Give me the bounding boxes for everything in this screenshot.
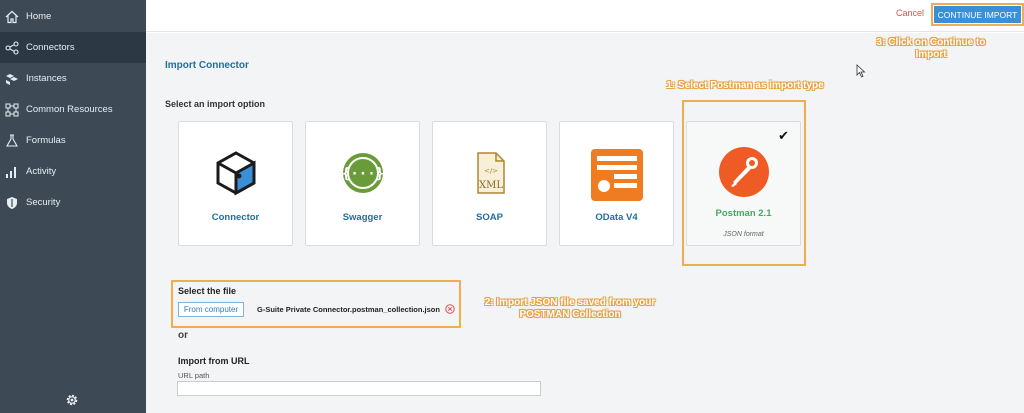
- remove-file-icon[interactable]: [445, 304, 455, 314]
- top-bar: [146, 0, 1024, 32]
- svg-text:</>: </>: [484, 167, 498, 175]
- option-label: SOAP: [476, 212, 503, 223]
- swagger-icon: {···}: [340, 150, 386, 196]
- annotation-step1: 1: Select Postman as import type: [666, 80, 824, 91]
- bar-chart-icon: [5, 165, 19, 179]
- svg-text:XML: XML: [479, 180, 503, 191]
- option-label: Swagger: [342, 212, 383, 223]
- url-section-title: Import from URL: [178, 356, 250, 366]
- shield-icon: [5, 196, 19, 210]
- annotation-highlight-postman: [682, 100, 806, 266]
- option-label: Connector: [211, 212, 260, 223]
- svg-text:{···}: {···}: [342, 166, 384, 182]
- annotation-step2-line1: 2: Import JSON file saved from your: [484, 297, 656, 308]
- common-resources-icon: [5, 103, 19, 117]
- option-card-connector[interactable]: Connector: [178, 121, 293, 246]
- file-section-title: Select the file: [178, 286, 237, 296]
- annotation-step3: 3: Click on Continue to Import: [866, 37, 996, 61]
- sidebar-item-label: Connectors: [26, 42, 75, 53]
- sidebar-item-home[interactable]: Home: [0, 1, 146, 32]
- sidebar: Home Connectors Instances Common Resourc…: [0, 0, 146, 413]
- selected-file-name: G-Suite Private Connector.postman_collec…: [257, 305, 440, 314]
- odata-icon: [590, 148, 644, 202]
- or-separator: or: [178, 330, 188, 341]
- annotation-step3-line2: Import: [915, 49, 947, 60]
- connectors-icon: [5, 40, 19, 55]
- sidebar-item-instances[interactable]: Instances: [0, 63, 146, 94]
- option-card-odata[interactable]: OData V4: [559, 121, 674, 246]
- sidebar-item-label: Activity: [26, 166, 57, 177]
- home-icon: [5, 10, 19, 24]
- sidebar-item-connectors[interactable]: Connectors: [0, 32, 146, 63]
- gear-icon[interactable]: [64, 392, 80, 408]
- url-path-label: URL path: [178, 371, 210, 380]
- option-card-swagger[interactable]: {···} Swagger: [305, 121, 420, 246]
- sidebar-item-label: Common Resources: [26, 104, 113, 115]
- option-label: OData V4: [595, 212, 638, 223]
- cancel-button[interactable]: Cancel: [896, 8, 924, 18]
- sidebar-item-label: Home: [26, 11, 52, 22]
- from-computer-button[interactable]: From computer: [178, 302, 244, 317]
- instances-icon: [5, 72, 19, 86]
- flask-icon: [5, 133, 19, 148]
- sidebar-item-label: Instances: [26, 73, 67, 84]
- sidebar-item-formulas[interactable]: Formulas: [0, 125, 146, 156]
- annotation-step2-line2: POSTMAN Collection: [519, 309, 621, 320]
- annotation-step2: 2: Import JSON file saved from your POST…: [465, 297, 675, 321]
- sidebar-item-activity[interactable]: Activity: [0, 156, 146, 187]
- sidebar-item-label: Formulas: [26, 135, 66, 146]
- sidebar-item-security[interactable]: Security: [0, 187, 146, 218]
- annotation-step3-line1: 3: Click on Continue to: [876, 37, 986, 48]
- continue-import-button[interactable]: CONTINUE IMPORT: [934, 6, 1021, 23]
- import-option-label: Select an import option: [165, 99, 266, 109]
- page-title: Import Connector: [165, 60, 249, 71]
- url-path-input[interactable]: [177, 381, 541, 396]
- option-card-soap[interactable]: </> XML SOAP: [432, 121, 547, 246]
- sidebar-item-common-resources[interactable]: Common Resources: [0, 94, 146, 125]
- mouse-cursor-icon: [856, 64, 866, 78]
- xml-file-icon: </> XML: [467, 150, 513, 196]
- cube-icon: [213, 150, 259, 196]
- sidebar-item-label: Security: [26, 197, 61, 208]
